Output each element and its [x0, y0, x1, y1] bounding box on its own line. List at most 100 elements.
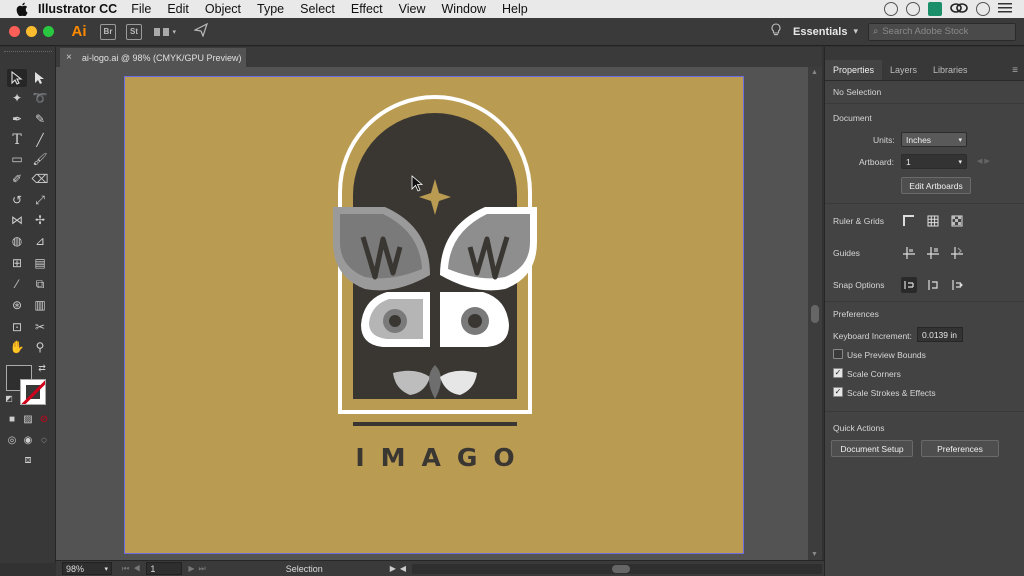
- rotate-tool-icon[interactable]: ↺: [7, 191, 27, 209]
- logo-artwork[interactable]: [125, 77, 745, 555]
- menu-object[interactable]: Object: [205, 2, 241, 16]
- ruler-icon[interactable]: [901, 213, 917, 229]
- draw-behind-icon[interactable]: ◉: [21, 433, 35, 447]
- selection-tool-icon[interactable]: [7, 69, 27, 87]
- document-setup-button[interactable]: Document Setup: [831, 440, 913, 457]
- puppet-warp-tool-icon[interactable]: ✢: [30, 211, 50, 229]
- stock-search-input[interactable]: ⌕ Search Adobe Stock: [868, 22, 1016, 41]
- horizontal-scroll-thumb[interactable]: [612, 564, 631, 573]
- menu-effect[interactable]: Effect: [351, 2, 383, 16]
- shape-builder-tool-icon[interactable]: ◍: [7, 232, 27, 250]
- status-menu-icon[interactable]: ▶: [390, 564, 396, 573]
- stock-button[interactable]: St: [126, 23, 142, 40]
- vertical-scroll-thumb[interactable]: [811, 305, 819, 323]
- artboard-number-field[interactable]: 1: [146, 562, 183, 575]
- gradient-mode-icon[interactable]: ▨: [21, 412, 35, 426]
- rectangle-tool-icon[interactable]: ▭: [7, 150, 27, 168]
- magic-wand-tool-icon[interactable]: ✦: [7, 89, 27, 107]
- current-tool-status[interactable]: Selection: [286, 564, 386, 574]
- hand-tool-icon[interactable]: ✋: [7, 338, 27, 356]
- creative-cloud-app-icon[interactable]: [928, 2, 942, 16]
- scroll-left-icon[interactable]: ◀: [400, 564, 406, 573]
- accessibility-icon[interactable]: [906, 2, 920, 16]
- close-tab-icon[interactable]: ×: [66, 52, 72, 63]
- tab-libraries[interactable]: Libraries: [925, 60, 976, 80]
- curvature-tool-icon[interactable]: ✎: [30, 110, 50, 128]
- none-mode-icon[interactable]: ⊘: [37, 412, 51, 426]
- color-mode-icon[interactable]: ■: [5, 412, 19, 426]
- scroll-down-icon[interactable]: ▼: [811, 551, 818, 558]
- menu-file[interactable]: File: [131, 2, 151, 16]
- snap-to-grid-icon[interactable]: [925, 277, 941, 293]
- scale-strokes-checkbox[interactable]: ✓: [833, 387, 843, 397]
- arrange-documents-button[interactable]: ▾: [154, 25, 176, 39]
- logo-text[interactable]: IMAGO: [305, 443, 565, 472]
- artboard-dropdown[interactable]: 1 ▾: [901, 154, 967, 169]
- keyboard-increment-input[interactable]: 0.0139 in: [917, 327, 963, 342]
- vertical-scrollbar[interactable]: ▲ ▼: [808, 67, 822, 560]
- gradient-tool-icon[interactable]: ▤: [30, 254, 50, 272]
- scroll-up-icon[interactable]: ▲: [811, 69, 818, 76]
- swap-fill-stroke-icon[interactable]: ⇄: [36, 362, 48, 374]
- menu-help[interactable]: Help: [502, 2, 528, 16]
- snap-to-point-icon[interactable]: [901, 277, 917, 293]
- artboard[interactable]: IMAGO: [124, 76, 744, 554]
- draw-inside-icon[interactable]: ◌: [37, 433, 51, 447]
- panel-menu-icon[interactable]: ≡: [1006, 60, 1024, 80]
- bridge-button[interactable]: Br: [100, 23, 116, 40]
- eyedropper-tool-icon[interactable]: ⁄: [7, 275, 27, 293]
- snap-to-pixel-icon[interactable]: [949, 277, 965, 293]
- tab-properties[interactable]: Properties: [825, 60, 883, 80]
- menu-view[interactable]: View: [399, 2, 426, 16]
- preferences-button[interactable]: Preferences: [921, 440, 999, 457]
- draw-normal-icon[interactable]: ◎: [5, 433, 19, 447]
- eraser-tool-icon[interactable]: ⌫: [30, 170, 50, 188]
- siri-icon[interactable]: [976, 2, 990, 16]
- horizontal-scrollbar[interactable]: [412, 563, 823, 574]
- mesh-tool-icon[interactable]: ⊞: [7, 254, 27, 272]
- creative-cloud-icon[interactable]: [950, 2, 968, 16]
- slice-tool-icon[interactable]: ✂: [30, 318, 50, 336]
- use-preview-bounds-checkbox[interactable]: [833, 349, 843, 359]
- send-icon[interactable]: [193, 22, 209, 40]
- menu-edit[interactable]: Edit: [167, 2, 189, 16]
- app-menu[interactable]: Illustrator CC: [38, 2, 117, 16]
- document-tab[interactable]: × ai-logo.ai @ 98% (CMYK/GPU Preview): [60, 48, 246, 67]
- zoom-level-field[interactable]: 98% ▾: [62, 562, 112, 575]
- close-window-button[interactable]: [9, 26, 20, 37]
- transparency-grid-icon[interactable]: [949, 213, 965, 229]
- apple-menu-icon[interactable]: [14, 0, 30, 18]
- scale-corners-checkbox[interactable]: ✓: [833, 368, 843, 378]
- lasso-tool-icon[interactable]: ➰: [30, 89, 50, 107]
- column-graph-tool-icon[interactable]: ▥: [30, 296, 50, 314]
- scale-tool-icon[interactable]: ⤢: [30, 191, 50, 209]
- line-segment-tool-icon[interactable]: ╱: [30, 131, 50, 149]
- canvas-area[interactable]: IMAGO: [56, 67, 808, 560]
- edit-artboards-button[interactable]: Edit Artboards: [901, 177, 971, 194]
- artboard-nav-icons[interactable]: ◀ ▶: [977, 157, 990, 165]
- zoom-tool-icon[interactable]: ⚲: [30, 338, 50, 356]
- shaper-tool-icon[interactable]: ✐: [7, 170, 27, 188]
- direct-selection-tool-icon[interactable]: [30, 69, 50, 87]
- artboard-tool-icon[interactable]: ⊡: [7, 318, 27, 336]
- default-colors-icon[interactable]: ◩: [3, 392, 15, 404]
- lock-guides-icon[interactable]: [925, 245, 941, 261]
- zoom-window-button[interactable]: [43, 26, 54, 37]
- units-dropdown[interactable]: Inches ▾: [901, 132, 967, 147]
- paintbrush-tool-icon[interactable]: 🖌: [30, 150, 50, 168]
- search-icon[interactable]: [884, 2, 898, 16]
- grid-icon[interactable]: [925, 213, 941, 229]
- type-tool-icon[interactable]: T: [7, 131, 27, 149]
- menu-type[interactable]: Type: [257, 2, 284, 16]
- menu-select[interactable]: Select: [300, 2, 335, 16]
- pen-tool-icon[interactable]: ✒: [7, 110, 27, 128]
- smart-guides-icon[interactable]: [949, 245, 965, 261]
- menu-window[interactable]: Window: [442, 2, 486, 16]
- minimize-window-button[interactable]: [26, 26, 37, 37]
- perspective-grid-tool-icon[interactable]: ⊿: [30, 232, 50, 250]
- tab-layers[interactable]: Layers: [882, 60, 925, 80]
- next-last-artboard-icons[interactable]: ▶⏭: [188, 564, 209, 574]
- chevron-down-icon[interactable]: ▾: [853, 26, 858, 37]
- stroke-color-swatch[interactable]: [20, 379, 46, 405]
- blend-tool-icon[interactable]: ⧉: [30, 275, 50, 293]
